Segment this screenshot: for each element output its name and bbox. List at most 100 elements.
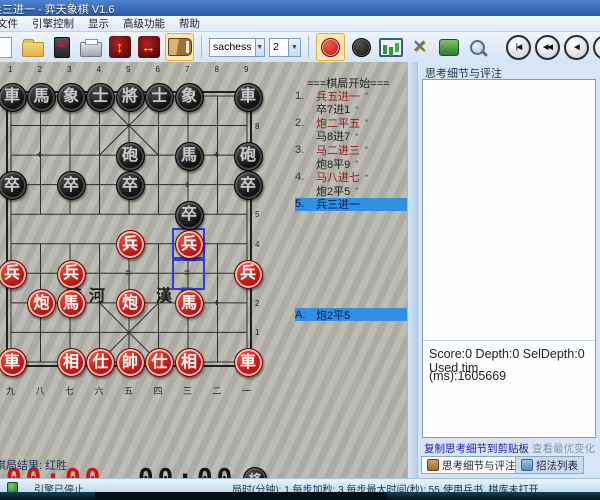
nav-first-button[interactable]: |◀ bbox=[506, 35, 531, 60]
black-piece[interactable]: 馬 bbox=[27, 83, 56, 112]
red-piece[interactable]: 兵 bbox=[0, 260, 27, 289]
file-label-top: 6 bbox=[156, 65, 160, 74]
nav-forward-button[interactable]: ▶ bbox=[593, 35, 600, 60]
move-text-red: 兵三进一 bbox=[316, 196, 360, 212]
menu-item-2[interactable]: 引擎控制 bbox=[25, 16, 81, 31]
analysis-output-box[interactable]: Score:0 Depth:0 SelDepth:0 Used tim (ms)… bbox=[422, 79, 596, 438]
move-row-red-5[interactable]: 5.兵三进一 bbox=[295, 198, 407, 211]
divider bbox=[423, 340, 595, 341]
board-point-mark: + bbox=[214, 151, 220, 161]
swap-sides-icon[interactable]: ↔ bbox=[136, 35, 161, 60]
move-number: 1. bbox=[295, 90, 316, 102]
print-icon[interactable] bbox=[78, 35, 103, 60]
export-icon[interactable] bbox=[436, 35, 461, 60]
black-piece[interactable]: 砲 bbox=[234, 142, 263, 171]
rank-label-right: 2 bbox=[255, 299, 259, 308]
board-point-mark: + bbox=[37, 151, 43, 161]
move-list-scrollbar[interactable] bbox=[407, 62, 417, 478]
move-row-red-2[interactable]: 2.炮二平五* bbox=[295, 116, 407, 129]
menu-item-1[interactable]: 文件 bbox=[0, 16, 25, 31]
red-piece[interactable]: 帥 bbox=[116, 348, 145, 377]
opening-book-icon-glyph bbox=[168, 38, 192, 56]
window-bottom-edge bbox=[0, 492, 600, 500]
variation-row[interactable]: A.炮2平5 bbox=[295, 308, 407, 321]
move-row-red-1[interactable]: 1.兵五进一* bbox=[295, 89, 407, 102]
new-file-icon[interactable] bbox=[0, 35, 16, 60]
file-label-top: 2 bbox=[38, 65, 42, 74]
title-bar[interactable]: 兵三进一 - 弈天象棋 V1.6 bbox=[0, 0, 600, 16]
black-piece[interactable]: 將 bbox=[116, 83, 145, 112]
search-position-icon[interactable] bbox=[465, 35, 490, 60]
black-piece[interactable]: 車 bbox=[234, 83, 263, 112]
save-icon[interactable] bbox=[49, 35, 74, 60]
save-icon-glyph bbox=[54, 37, 70, 58]
red-piece[interactable]: 兵 bbox=[234, 260, 263, 289]
black-piece[interactable]: 士 bbox=[145, 83, 174, 112]
black-piece[interactable]: 象 bbox=[57, 83, 86, 112]
black-side-icon-glyph bbox=[352, 38, 371, 57]
red-piece[interactable]: 炮 bbox=[116, 289, 145, 318]
engine-count-select-dropdown-button[interactable]: ▼ bbox=[288, 39, 300, 56]
toolbar: ↕↔sachess▼2▼✕|◀◀◀◀▶▶▶▶|⚒ bbox=[0, 32, 600, 63]
file-label-bottom: 三 bbox=[183, 384, 192, 397]
book-mark: * bbox=[365, 145, 368, 154]
new-file-icon-glyph bbox=[0, 37, 12, 58]
analysis-monitor-icon-glyph bbox=[379, 38, 403, 57]
variation-move-text: 炮2平5 bbox=[316, 307, 350, 323]
xiangqi-board[interactable]: 楚河 漢界 00:00 00:00 将 棋局结果: 红胜 123456789九八… bbox=[0, 62, 290, 478]
black-piece[interactable]: 象 bbox=[175, 83, 204, 112]
copy-to-clipboard-link[interactable]: 复制思考细节到剪贴板 bbox=[424, 441, 529, 456]
red-side-icon-glyph bbox=[321, 38, 340, 57]
engine-select[interactable]: sachess▼ bbox=[209, 38, 265, 57]
red-piece[interactable]: 相 bbox=[57, 348, 86, 377]
black-piece[interactable]: 卒 bbox=[175, 201, 204, 230]
nav-fast-back-button[interactable]: ◀◀ bbox=[535, 35, 560, 60]
menu-item-5[interactable]: 帮助 bbox=[172, 16, 207, 31]
variation-letter: A. bbox=[295, 309, 316, 321]
red-piece[interactable]: 車 bbox=[234, 348, 263, 377]
opening-book-icon[interactable] bbox=[165, 33, 194, 61]
flip-board-icon[interactable]: ↕ bbox=[107, 35, 132, 60]
black-piece[interactable]: 車 bbox=[0, 83, 27, 112]
black-piece[interactable]: 卒 bbox=[116, 171, 145, 200]
black-piece[interactable]: 卒 bbox=[0, 171, 27, 200]
engine-select-dropdown-button[interactable]: ▼ bbox=[255, 39, 264, 56]
black-piece[interactable]: 卒 bbox=[57, 171, 86, 200]
move-row-red-4[interactable]: 4.马八进七* bbox=[295, 171, 407, 184]
red-piece[interactable]: 相 bbox=[175, 348, 204, 377]
red-piece[interactable]: 馬 bbox=[175, 289, 204, 318]
move-row-red-3[interactable]: 3.马二进三* bbox=[295, 143, 407, 156]
board-point-mark: + bbox=[184, 181, 190, 191]
red-piece[interactable]: 兵 bbox=[57, 260, 86, 289]
red-side-icon[interactable] bbox=[316, 33, 345, 61]
menu-item-4[interactable]: 高级功能 bbox=[116, 16, 172, 31]
black-piece[interactable]: 卒 bbox=[234, 171, 263, 200]
nav-back-button[interactable]: ◀ bbox=[564, 35, 589, 60]
red-piece[interactable]: 兵 bbox=[116, 230, 145, 259]
tab-1-active[interactable]: 思考细节与评注 bbox=[421, 456, 522, 474]
move-row-black-3[interactable]: 炮8平9* bbox=[295, 157, 407, 170]
open-file-icon[interactable] bbox=[20, 35, 45, 60]
engine-count-select[interactable]: 2▼ bbox=[269, 38, 301, 57]
tab-label: 思考细节与评注 bbox=[442, 458, 516, 473]
black-side-icon[interactable] bbox=[349, 35, 374, 60]
view-best-line-link[interactable]: 查看最优变化 bbox=[532, 441, 595, 456]
rank-label-right: 1 bbox=[255, 328, 259, 337]
black-piece[interactable]: 馬 bbox=[175, 142, 204, 171]
app-window: 兵三进一 - 弈天象棋 V1.6 文件引擎控制显示高级功能帮助 ↕↔ saches… bbox=[0, 0, 600, 500]
menu-item-3[interactable]: 显示 bbox=[81, 16, 116, 31]
move-row-black-2[interactable]: 马8进7* bbox=[295, 130, 407, 143]
move-row-black-1[interactable]: 卒7进1* bbox=[295, 103, 407, 116]
red-piece-selected[interactable]: 兵 bbox=[175, 230, 204, 259]
tab-2[interactable]: 招法列表 bbox=[515, 456, 584, 474]
black-piece[interactable]: 士 bbox=[86, 83, 115, 112]
client-area: 楚河 漢界 00:00 00:00 将 棋局结果: 红胜 123456789九八… bbox=[0, 62, 600, 478]
black-piece[interactable]: 砲 bbox=[116, 142, 145, 171]
red-piece[interactable]: 馬 bbox=[57, 289, 86, 318]
analysis-monitor-icon[interactable] bbox=[378, 35, 403, 60]
file-label-bottom: 四 bbox=[154, 384, 163, 397]
move-row-black-4[interactable]: 炮2平5* bbox=[295, 184, 407, 197]
engine-tools-icon[interactable]: ✕ bbox=[407, 35, 432, 60]
tab-label: 招法列表 bbox=[536, 458, 578, 473]
book-mark: * bbox=[365, 91, 368, 100]
